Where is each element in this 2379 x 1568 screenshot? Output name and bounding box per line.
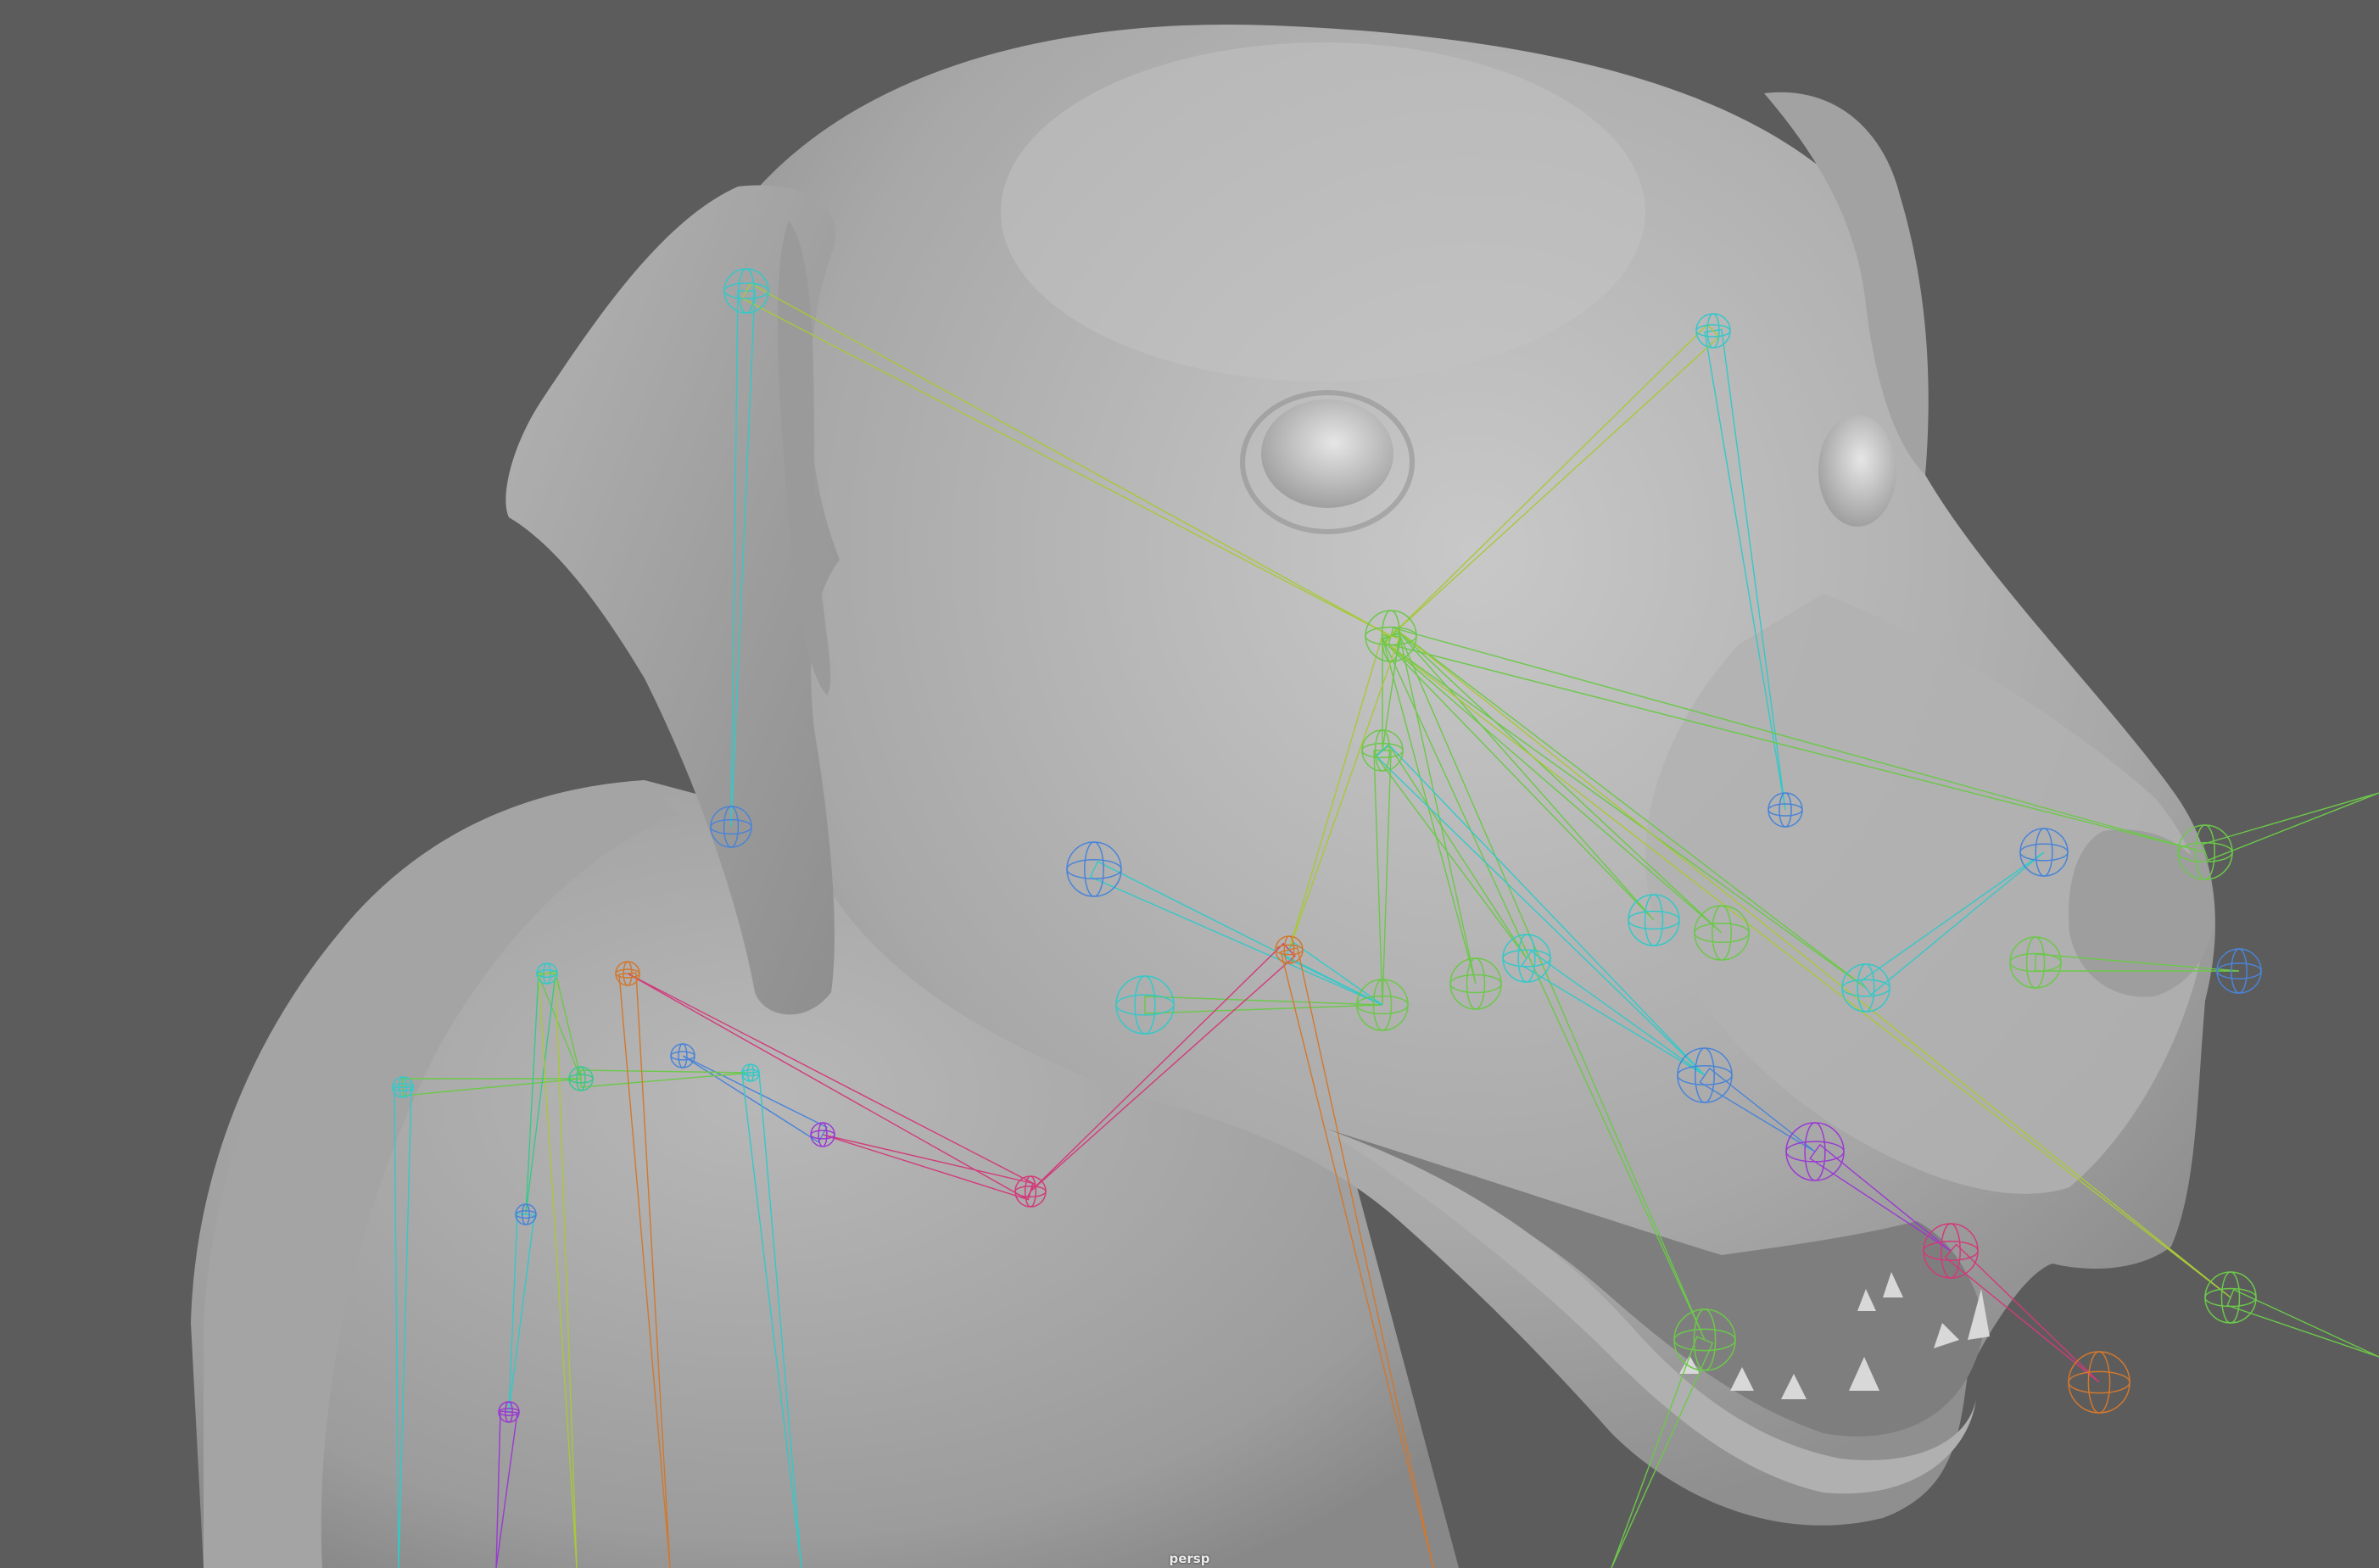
scene-canvas[interactable] [0,0,2379,1568]
dog-eye-left[interactable] [1261,399,1393,508]
maya-perspective-viewport[interactable]: persp [0,0,2379,1568]
forehead-highlight [1001,42,1645,382]
dog-eye-right[interactable] [1818,415,1896,527]
dog-mesh[interactable] [191,24,2215,1568]
bone-nose-a-offscreen[interactable] [2201,792,2379,862]
camera-name-label: persp [1169,1551,1210,1566]
bone-lip-r-offscreen[interactable] [2226,1288,2379,1358]
